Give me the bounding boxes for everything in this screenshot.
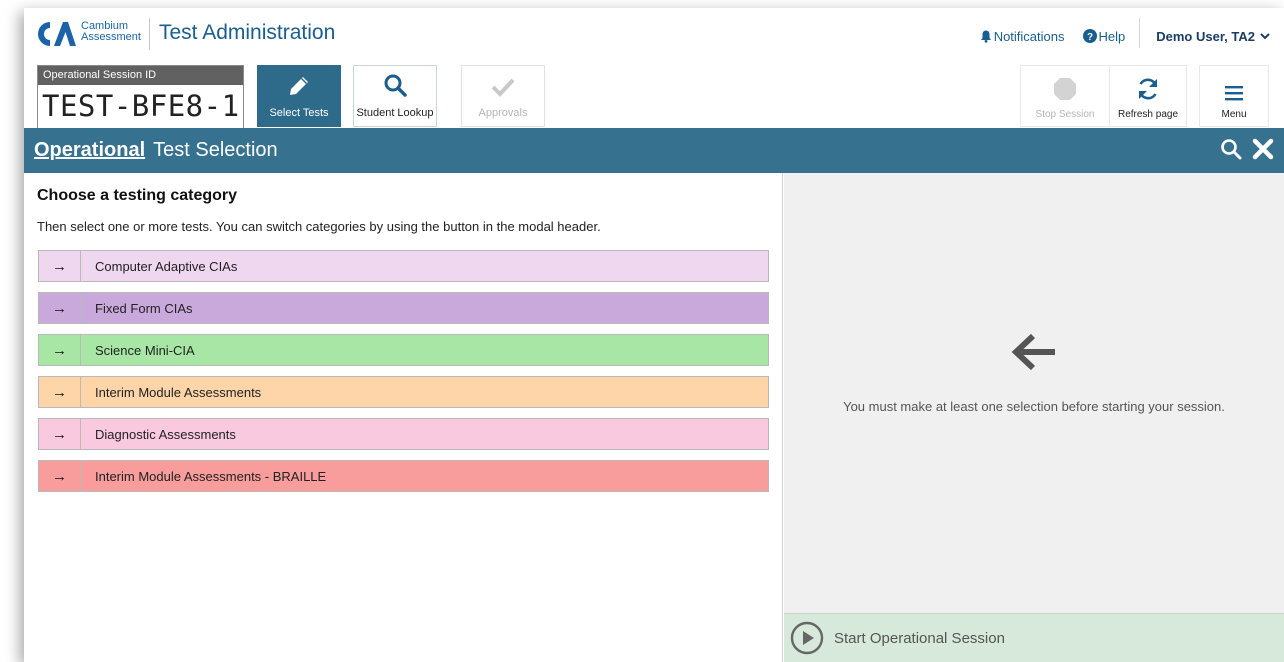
category-item[interactable]: → Computer Adaptive CIAs bbox=[38, 250, 769, 282]
category-label: Diagnostic Assessments bbox=[95, 426, 236, 442]
arrow-right-icon: → bbox=[39, 251, 81, 281]
start-session-button[interactable]: Start Operational Session bbox=[784, 613, 1284, 662]
approvals-label: Approvals bbox=[478, 107, 528, 119]
category-item[interactable]: → Interim Module Assessments - BRAILLE bbox=[38, 460, 769, 492]
category-item[interactable]: → Diagnostic Assessments bbox=[38, 418, 769, 450]
category-switch-link[interactable]: Operational bbox=[34, 139, 145, 162]
hamburger-menu-icon bbox=[1225, 86, 1243, 101]
selection-required-message: You must make at least one selection bef… bbox=[843, 399, 1225, 414]
category-item[interactable]: → Interim Module Assessments bbox=[38, 376, 769, 408]
select-tests-label: Select Tests bbox=[269, 107, 329, 119]
refresh-icon bbox=[1138, 78, 1158, 100]
category-label: Science Mini-CIA bbox=[95, 342, 195, 358]
help-label: Help bbox=[1098, 28, 1126, 44]
arrow-right-icon: → bbox=[39, 461, 81, 491]
menu-label: Menu bbox=[1221, 109, 1247, 120]
brand-name: Cambium Assessment bbox=[81, 20, 141, 43]
stop-session-label: Stop Session bbox=[1035, 109, 1095, 120]
arrow-right-icon: → bbox=[39, 419, 81, 449]
chevron-down-icon bbox=[1260, 32, 1270, 39]
user-name: Demo User, TA2 bbox=[1156, 28, 1255, 44]
category-label: Interim Module Assessments bbox=[95, 384, 262, 400]
stop-octagon-icon bbox=[1054, 78, 1076, 100]
category-label: Computer Adaptive CIAs bbox=[95, 258, 238, 274]
student-lookup-label: Student Lookup bbox=[356, 107, 434, 119]
user-menu[interactable]: Demo User, TA2 bbox=[1156, 29, 1270, 44]
arrow-right-icon: → bbox=[39, 335, 81, 365]
bell-icon bbox=[980, 30, 991, 43]
student-lookup-button[interactable]: Student Lookup bbox=[353, 65, 437, 127]
session-id-value: TEST-BFE8-1 bbox=[42, 89, 240, 123]
approvals-button[interactable]: Approvals bbox=[461, 65, 545, 127]
close-icon[interactable] bbox=[1252, 138, 1274, 160]
session-id-label: Operational Session ID bbox=[38, 66, 243, 85]
category-heading: Choose a testing category bbox=[37, 187, 238, 204]
category-item[interactable]: → Science Mini-CIA bbox=[38, 334, 769, 366]
arrow-left-icon bbox=[1011, 333, 1055, 371]
category-label: Fixed Form CIAs bbox=[95, 300, 193, 316]
stop-session-button[interactable]: Stop Session bbox=[1020, 65, 1110, 127]
category-item[interactable]: → Fixed Form CIAs bbox=[38, 292, 769, 324]
search-icon bbox=[384, 74, 407, 97]
help-icon: ? bbox=[1082, 29, 1097, 43]
checkmark-icon bbox=[491, 78, 515, 97]
arrow-right-icon: → bbox=[39, 293, 81, 323]
top-header: Cambium Assessment Test Administration N… bbox=[24, 8, 1284, 58]
notifications-label: Notifications bbox=[993, 28, 1065, 44]
refresh-page-label: Refresh page bbox=[1117, 109, 1179, 120]
menu-button[interactable]: Menu bbox=[1199, 65, 1269, 127]
pencil-icon bbox=[290, 77, 308, 95]
help-link[interactable]: ? Help bbox=[1082, 28, 1126, 44]
modal-title: Test Selection bbox=[153, 139, 278, 161]
modal-header: Operational Test Selection bbox=[24, 128, 1284, 173]
search-icon[interactable] bbox=[1220, 138, 1242, 160]
category-list: → Computer Adaptive CIAs → Fixed Form CIAs →… bbox=[38, 250, 769, 502]
category-description: Then select one or more tests. You can s… bbox=[37, 219, 601, 234]
svg-text:?: ? bbox=[1086, 32, 1092, 43]
select-tests-button[interactable]: Select Tests bbox=[257, 65, 341, 127]
app-title: Test Administration bbox=[159, 21, 336, 44]
app-window: Cambium Assessment Test Administration N… bbox=[24, 8, 1284, 662]
refresh-page-button[interactable]: Refresh page bbox=[1109, 65, 1187, 127]
divider bbox=[149, 18, 150, 50]
selection-panel: You must make at least one selection bef… bbox=[784, 173, 1284, 662]
cambium-logo-icon bbox=[38, 22, 76, 46]
start-session-label: Start Operational Session bbox=[834, 629, 1005, 647]
arrow-right-icon: → bbox=[39, 377, 81, 407]
category-label: Interim Module Assessments - BRAILLE bbox=[95, 468, 327, 484]
notifications-link[interactable]: Notifications bbox=[980, 29, 1065, 44]
category-panel: Choose a testing category Then select on… bbox=[24, 173, 783, 662]
play-circle-icon bbox=[790, 621, 824, 655]
divider bbox=[1139, 18, 1141, 48]
session-id-box: Operational Session ID TEST-BFE8-1 bbox=[37, 65, 244, 129]
